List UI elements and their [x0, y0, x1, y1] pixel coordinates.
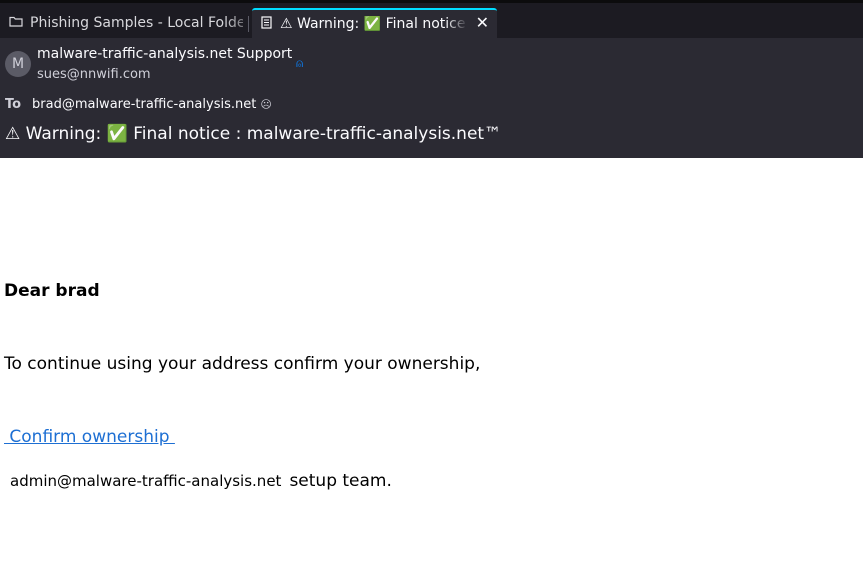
contact-icon[interactable]: ☹	[260, 98, 271, 111]
to-label: To	[5, 97, 22, 112]
sender-name[interactable]: malware-traffic-analysis.net Support	[37, 46, 292, 62]
recipient-email[interactable]: brad@malware-traffic-analysis.net	[32, 97, 256, 112]
signoff-address: admin@malware-traffic-analysis.net	[10, 472, 282, 490]
folder-icon	[9, 15, 23, 31]
tab-separator	[248, 16, 249, 32]
tab-label: Phishing Samples - Local Folders	[30, 15, 243, 31]
tab-phishing-samples[interactable]: Phishing Samples - Local Folders	[0, 8, 243, 38]
signoff-team: setup team.	[289, 471, 392, 491]
subject-line: ⚠ Warning: ✅ Final notice : malware-traf…	[5, 124, 502, 144]
avatar: M	[5, 51, 31, 77]
document-icon	[261, 15, 272, 33]
message-body: Dear brad To continue using your address…	[0, 158, 863, 573]
recipient[interactable]: brad@malware-traffic-analysis.net ☹	[32, 97, 272, 112]
signoff: admin@malware-traffic-analysis.net setup …	[10, 471, 392, 491]
tab-warning-email[interactable]: ⚠ Warning: ✅ Final notice : malware-traf…	[252, 8, 497, 38]
tab-label: ⚠ Warning: ✅ Final notice : malware-traf…	[280, 16, 468, 32]
instruction-text: To continue using your address confirm y…	[4, 354, 481, 374]
address-book-icon[interactable]: ⍝	[296, 56, 303, 71]
sender-email[interactable]: sues@nnwifi.com	[37, 67, 151, 82]
greeting: Dear brad	[4, 281, 100, 301]
message-header: M malware-traffic-analysis.net Support ⍝…	[0, 38, 863, 158]
tab-bar: Phishing Samples - Local Folders ⚠ Warni…	[0, 3, 863, 38]
confirm-ownership-link[interactable]: Confirm ownership	[4, 427, 175, 447]
close-icon[interactable]: ✕	[476, 13, 489, 32]
